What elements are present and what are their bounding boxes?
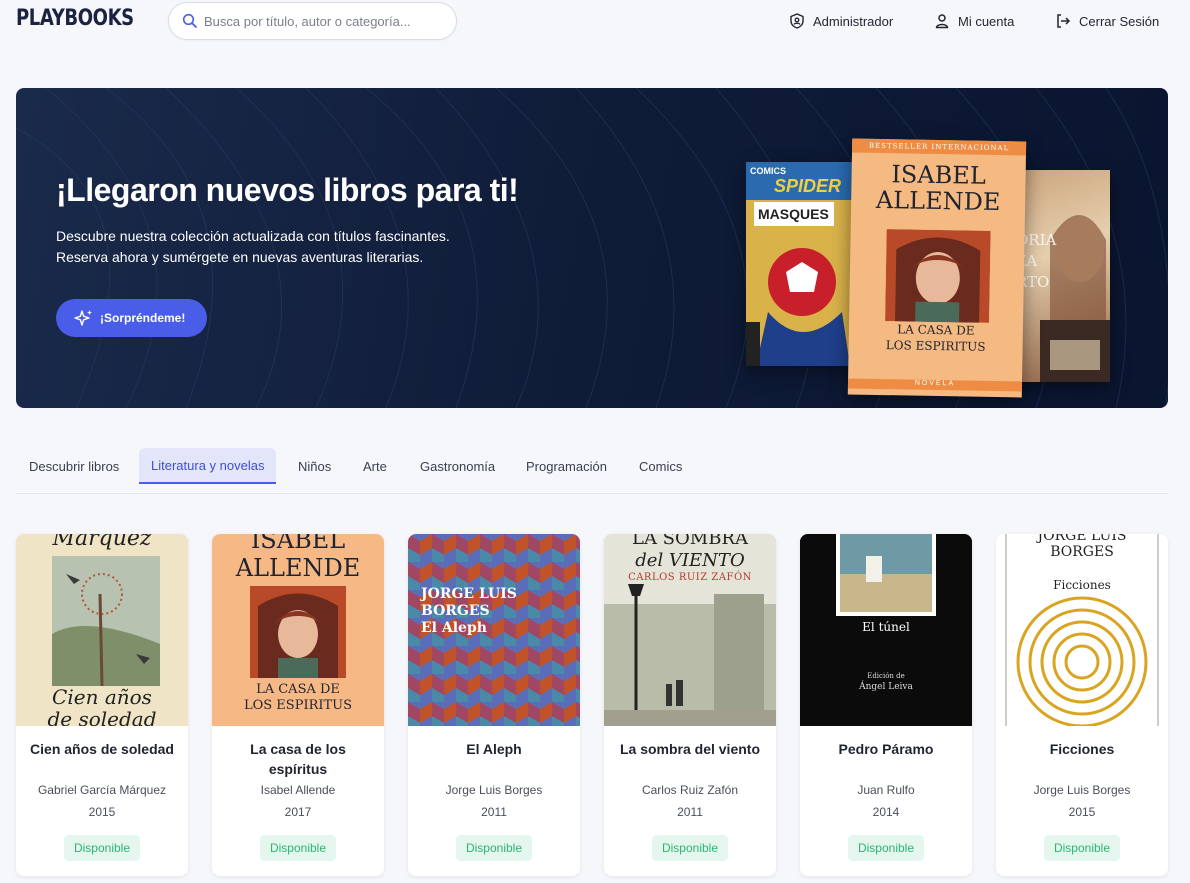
cover-text: del VIENTO: [635, 550, 745, 571]
sparkles-icon: [74, 310, 92, 326]
top-header: PLAYBOOKS Administrador Mi cuenta Cerrar…: [0, 0, 1190, 44]
cover-text: Márquez: [52, 534, 152, 551]
my-account-link[interactable]: Mi cuenta: [934, 10, 1014, 32]
cover-text: ISABEL: [250, 534, 346, 554]
book-cover[interactable]: El túnel Edición de Ángel Leiva: [800, 534, 972, 726]
search-input[interactable]: [204, 13, 444, 29]
book-card[interactable]: LA SOMBRA del VIENTO CARLOS RUIZ ZAFÓN L…: [604, 534, 776, 876]
cover-text: El Aleph: [421, 620, 487, 636]
my-account-label: Mi cuenta: [958, 13, 1015, 29]
book-title[interactable]: La casa de los espíritus: [220, 739, 376, 779]
cover-text: Ficciones: [1053, 578, 1111, 592]
book-author: Juan Rulfo: [857, 783, 915, 797]
book-year: 2011: [481, 805, 507, 819]
book-title[interactable]: El Aleph: [416, 739, 572, 759]
tab-arte[interactable]: Arte: [351, 448, 399, 484]
book-card[interactable]: JORGE LUIS BORGES Ficciones Ficciones Jo…: [996, 534, 1168, 876]
hero-cover-left: COMICS SPIDER MASQUES: [746, 162, 858, 366]
tab-ninos[interactable]: Niños: [286, 448, 343, 484]
availability-badge: Disponible: [259, 835, 337, 861]
shield-user-icon: [790, 13, 804, 29]
cover-text: de soledad: [47, 707, 157, 726]
category-tabs: Descubrir libros Literatura y novelas Ni…: [16, 447, 1168, 494]
cover-text: Ángel Leiva: [859, 682, 913, 692]
hero-cover-center: BESTSELLER INTERNACIONAL ISABEL ALLENDE …: [847, 138, 1027, 398]
search-bar[interactable]: [168, 2, 457, 40]
cover-text: LOS ESPIRITUS: [885, 338, 986, 354]
book-cover[interactable]: ISABEL ALLENDE LA CASA DE LOS ESPIRITUS: [212, 534, 384, 726]
availability-badge: Disponible: [455, 835, 533, 861]
logout-link[interactable]: Cerrar Sesión: [1055, 10, 1159, 32]
book-year: 2017: [284, 805, 312, 819]
cover-text: SPIDER: [774, 176, 842, 196]
tab-descubrir-libros[interactable]: Descubrir libros: [17, 448, 131, 484]
book-year: 2015: [88, 805, 116, 819]
tab-comics[interactable]: Comics: [627, 448, 694, 484]
tab-programacion[interactable]: Programación: [514, 448, 619, 484]
surprise-me-button[interactable]: ¡Sorpréndeme!: [56, 299, 207, 337]
book-year: 2015: [1068, 805, 1096, 819]
surprise-me-label: ¡Sorpréndeme!: [100, 311, 186, 325]
book-card[interactable]: Márquez Cien años de soledad Cien años d…: [16, 534, 188, 876]
admin-link[interactable]: Administrador: [789, 10, 893, 32]
book-year: 2014: [872, 805, 900, 819]
availability-badge: Disponible: [651, 835, 729, 861]
hero-subtitle: Descubre nuestra colección actualizada c…: [56, 226, 536, 268]
cover-text: BORGES: [1050, 544, 1114, 560]
logout-label: Cerrar Sesión: [1079, 13, 1160, 29]
search-icon: [182, 13, 197, 28]
hero-subtitle-line: Descubre nuestra colección actualizada c…: [56, 228, 450, 244]
cover-text: ALLENDE: [235, 554, 361, 582]
cover-text: CARLOS RUIZ ZAFÓN: [628, 572, 752, 583]
cover-text: JORGE LUIS: [1037, 534, 1127, 544]
book-cover[interactable]: LA SOMBRA del VIENTO CARLOS RUIZ ZAFÓN: [604, 534, 776, 726]
availability-badge: Disponible: [847, 835, 925, 861]
book-title[interactable]: Pedro Páramo: [808, 739, 964, 759]
book-card[interactable]: El túnel Edición de Ángel Leiva Pedro Pá…: [800, 534, 972, 876]
cover-text: LA SOMBRA: [632, 534, 748, 549]
cover-text: LA CASA DE: [256, 682, 340, 697]
hero-subtitle-line: Reserva ahora y sumérgete en nuevas aven…: [56, 249, 424, 265]
book-title[interactable]: Cien años de soledad: [24, 739, 180, 759]
book-title[interactable]: Ficciones: [1004, 739, 1160, 759]
labyrinth-illustration: [996, 534, 1168, 726]
admin-label: Administrador: [813, 13, 894, 29]
book-cover[interactable]: JORGE LUIS BORGES Ficciones: [996, 534, 1168, 726]
book-author: Jorge Luis Borges: [445, 783, 543, 797]
cover-text: El túnel: [862, 620, 910, 634]
logout-icon: [1057, 14, 1071, 28]
portrait-illustration: [885, 229, 991, 323]
cover-text: ALLENDE: [875, 185, 1001, 217]
tab-gastronomia[interactable]: Gastronomía: [408, 448, 507, 484]
availability-badge: Disponible: [63, 835, 141, 861]
logo[interactable]: PLAYBOOKS: [16, 6, 134, 31]
cover-text: COMICS: [750, 166, 786, 176]
hero-banner: ¡Llegaron nuevos libros para ti! Descubr…: [16, 88, 1168, 408]
book-cover[interactable]: Márquez Cien años de soledad: [16, 534, 188, 726]
portrait-illustration: [250, 586, 346, 678]
cover-text: Edición de: [867, 672, 905, 680]
book-year: 2011: [677, 805, 703, 819]
tab-literatura-y-novelas[interactable]: Literatura y novelas: [139, 448, 277, 484]
cover-text: LOS ESPIRITUS: [243, 698, 353, 713]
availability-badge: Disponible: [1043, 835, 1121, 861]
book-card[interactable]: ISABEL ALLENDE LA CASA DE LOS ESPIRITUS …: [212, 534, 384, 876]
book-author: Isabel Allende: [260, 783, 336, 797]
cover-text: BORGES: [421, 603, 490, 619]
user-icon: [935, 14, 949, 29]
book-author: Jorge Luis Borges: [1033, 783, 1131, 797]
book-card[interactable]: JORGE LUIS BORGES El Aleph El Aleph Jorg…: [408, 534, 580, 876]
book-author: Carlos Ruiz Zafón: [641, 783, 739, 797]
cover-text: JORGE LUIS: [421, 586, 517, 602]
book-author: Gabriel García Márquez: [37, 783, 167, 797]
book-cover[interactable]: JORGE LUIS BORGES El Aleph: [408, 534, 580, 726]
cover-text: Cien años: [52, 685, 152, 709]
cover-text: MASQUES: [758, 206, 829, 222]
book-title[interactable]: La sombra del viento: [612, 739, 768, 759]
hero-title: ¡Llegaron nuevos libros para ti!: [56, 172, 519, 208]
